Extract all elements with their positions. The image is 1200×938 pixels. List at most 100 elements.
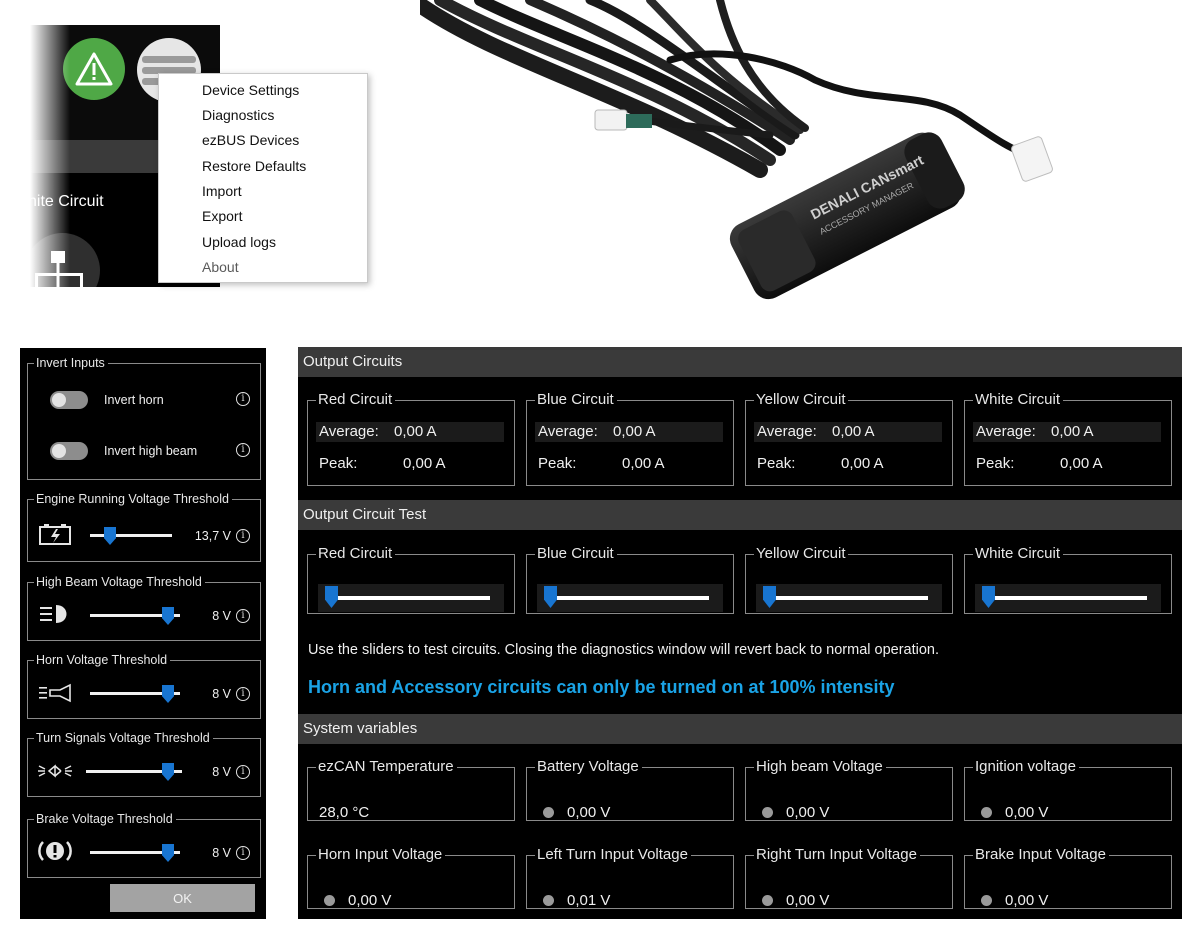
test-slider[interactable] — [975, 584, 1161, 612]
sysvar-title: Horn Input Voltage — [316, 845, 446, 865]
slider-thumb[interactable] — [162, 607, 174, 625]
peak-reading: Peak: 0,00 A — [973, 454, 1161, 474]
average-value: 0,00 A — [1051, 423, 1094, 440]
hamburger-bar — [142, 56, 196, 63]
status-dot-icon — [762, 895, 773, 906]
menu-item-ezbus-devices[interactable]: ezBUS Devices — [202, 132, 299, 148]
sysvar-title: Battery Voltage — [535, 757, 642, 777]
slider-thumb[interactable] — [162, 763, 174, 781]
slider-track[interactable] — [987, 596, 1147, 600]
peak-value: 0,00 A — [841, 455, 884, 472]
average-reading: Average: 0,00 A — [973, 422, 1161, 442]
invert-high-beam-toggle[interactable] — [50, 442, 88, 460]
info-icon[interactable]: i — [236, 609, 250, 623]
sysvar-box: Horn Input Voltage 0,00 V — [307, 845, 515, 909]
sysvar-box: Brake Input Voltage 0,00 V — [964, 845, 1172, 909]
intensity-warning: Horn and Accessory circuits can only be … — [308, 677, 895, 697]
peak-label: Peak: — [976, 455, 1015, 472]
engine-running-threshold-group: Engine Running Voltage Threshold 13,7 V … — [27, 491, 261, 562]
menu-item-restore-defaults[interactable]: Restore Defaults — [202, 158, 306, 174]
circuit-title: Yellow Circuit — [754, 390, 849, 410]
slider-thumb[interactable] — [162, 844, 174, 862]
invert-inputs-title: Invert Inputs — [34, 355, 108, 371]
circuit-box-white: White Circuit Average: 0,00 A Peak: 0,00 A — [964, 390, 1172, 486]
menu-item-upload-logs[interactable]: Upload logs — [202, 234, 276, 250]
menu-item-about[interactable]: About — [202, 259, 239, 275]
peak-value: 0,00 A — [1060, 455, 1103, 472]
circuit-box-red: Red Circuit Average: 0,00 A Peak: 0,00 A — [307, 390, 515, 486]
diagnostics-panel: Output Circuits Red Circuit Average: 0,00… — [298, 347, 1182, 919]
warning-button[interactable] — [63, 38, 125, 100]
threshold-value: 8 V — [212, 687, 231, 701]
info-icon[interactable]: i — [236, 846, 250, 860]
slider-thumb[interactable] — [162, 685, 174, 703]
status-dot-icon — [324, 895, 335, 906]
menu-item-import[interactable]: Import — [202, 183, 242, 199]
average-label: Average: — [538, 423, 598, 440]
invert-horn-label: Invert horn — [104, 393, 164, 407]
info-icon[interactable]: i — [236, 529, 250, 543]
turn-signal-icon — [38, 764, 72, 778]
menu-item-diagnostics[interactable]: Diagnostics — [202, 107, 274, 123]
menu-item-device-settings[interactable]: Device Settings — [202, 82, 299, 98]
test-instructions: Use the sliders to test circuits. Closin… — [308, 642, 940, 658]
threshold-title: Engine Running Voltage Threshold — [34, 491, 232, 507]
slider-track[interactable] — [90, 534, 172, 537]
output-circuits-header: Output Circuits — [298, 347, 1182, 377]
sysvar-reading: 0,00 V — [537, 803, 610, 823]
high-beam-threshold-group: High Beam Voltage Threshold 8 V i — [27, 574, 261, 641]
brake-threshold-group: Brake Voltage Threshold 8 V i — [27, 811, 261, 878]
status-dot-icon — [762, 807, 773, 818]
test-circuit-title: Red Circuit — [316, 544, 396, 564]
sysvar-value: 0,00 V — [348, 892, 392, 909]
average-value: 0,00 A — [394, 423, 437, 440]
sysvar-reading: 0,00 V — [756, 891, 829, 911]
invert-horn-toggle[interactable] — [50, 391, 88, 409]
info-icon[interactable]: i — [236, 687, 250, 701]
info-icon[interactable]: i — [236, 443, 250, 457]
sysvar-reading: 0,01 V — [537, 891, 610, 911]
sysvar-box: ezCAN Temperature 28,0 °C — [307, 757, 515, 821]
peak-reading: Peak: 0,00 A — [754, 454, 942, 474]
info-icon[interactable]: i — [236, 765, 250, 779]
test-box-yellow: Yellow Circuit — [745, 544, 953, 614]
sysvar-reading: 0,00 V — [756, 803, 829, 823]
ok-button[interactable]: OK — [110, 884, 255, 912]
circuit-title: Red Circuit — [316, 390, 396, 410]
sysvar-box: Right Turn Input Voltage 0,00 V — [745, 845, 953, 911]
test-slider[interactable] — [537, 584, 723, 612]
test-circuit-title: White Circuit — [973, 544, 1064, 564]
test-slider[interactable] — [318, 584, 504, 612]
sysvar-value: 0,00 V — [1005, 804, 1049, 821]
test-circuit-title: Yellow Circuit — [754, 544, 849, 564]
slider-thumb[interactable] — [104, 527, 116, 545]
invert-high-beam-label: Invert high beam — [104, 444, 198, 458]
slider-thumb[interactable] — [325, 586, 338, 608]
slider-track[interactable] — [330, 596, 490, 600]
average-label: Average: — [319, 423, 379, 440]
warning-icon — [75, 52, 113, 86]
slider-track[interactable] — [549, 596, 709, 600]
sysvar-title: Left Turn Input Voltage — [535, 845, 691, 865]
status-dot-icon — [981, 807, 992, 818]
context-menu: Device Settings Diagnostics ezBUS Device… — [158, 73, 368, 283]
circuit-box-yellow: Yellow Circuit Average: 0,00 A Peak: 0,00 … — [745, 390, 953, 486]
sysvar-box: High beam Voltage 0,00 V — [745, 757, 953, 823]
slider-thumb[interactable] — [544, 586, 557, 608]
threshold-title: Turn Signals Voltage Threshold — [34, 730, 213, 746]
slider-thumb[interactable] — [982, 586, 995, 608]
menu-item-export[interactable]: Export — [202, 208, 242, 224]
threshold-value: 8 V — [212, 765, 231, 779]
info-icon[interactable]: i — [236, 392, 250, 406]
status-dot-icon — [543, 895, 554, 906]
slider-thumb[interactable] — [763, 586, 776, 608]
sysvar-value: 0,00 V — [567, 804, 611, 821]
test-box-red: Red Circuit — [307, 544, 515, 614]
circuit-title: Blue Circuit — [535, 390, 617, 410]
test-slider[interactable] — [756, 584, 942, 612]
test-circuit-title: Blue Circuit — [535, 544, 617, 564]
slider-track[interactable] — [768, 596, 928, 600]
test-box-blue: Blue Circuit — [526, 544, 734, 614]
status-dot-icon — [543, 807, 554, 818]
battery-icon — [39, 524, 71, 545]
